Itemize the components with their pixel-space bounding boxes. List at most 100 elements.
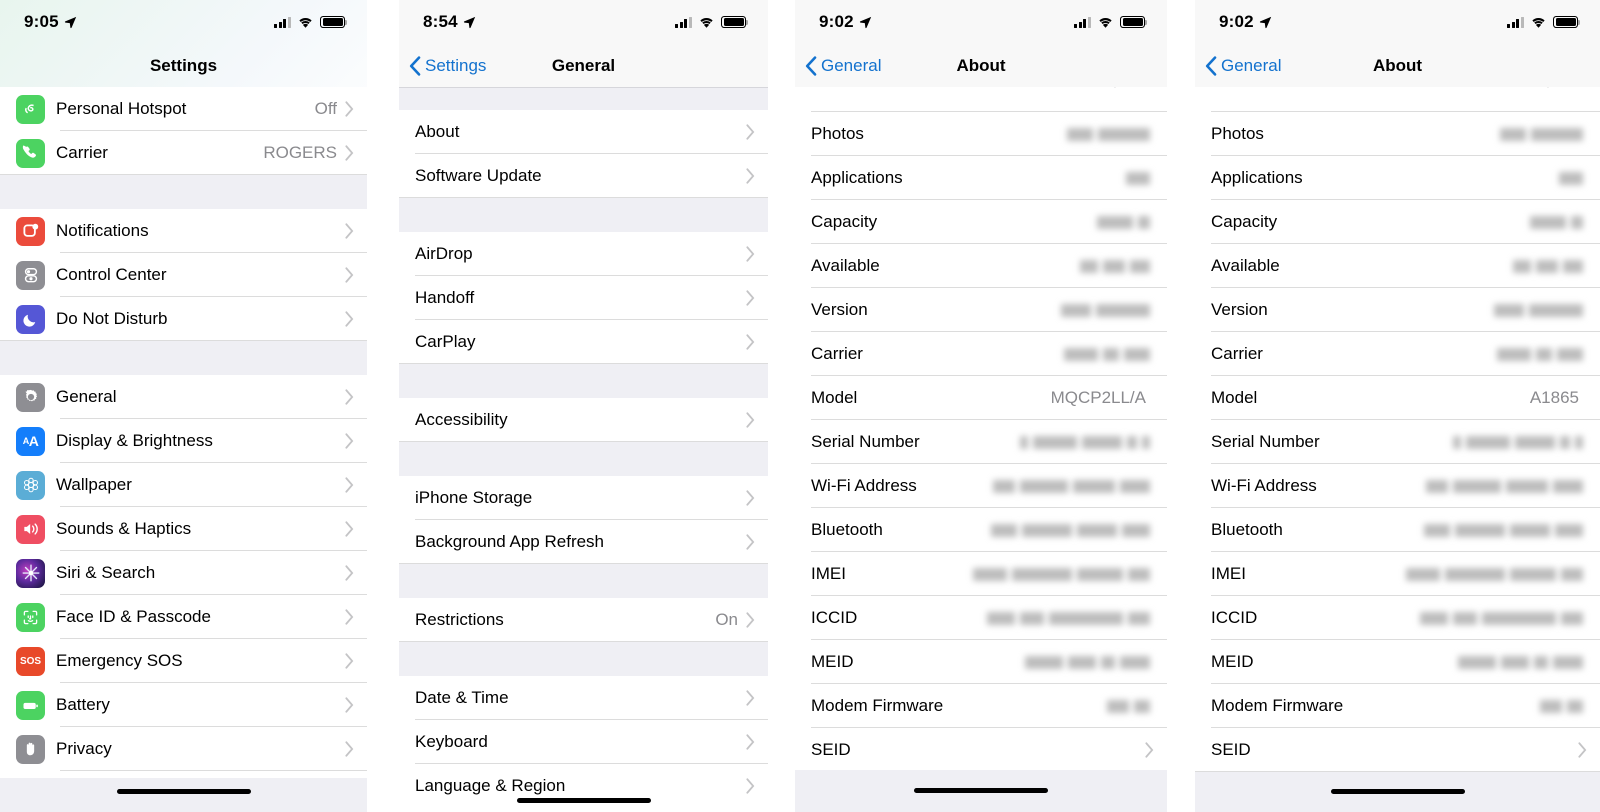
sidebar-item-general[interactable]: General xyxy=(0,375,367,419)
personal-hotspot-icon xyxy=(16,94,45,124)
table-row-version[interactable]: Version xyxy=(795,288,1167,332)
table-row-capacity[interactable]: Capacity xyxy=(795,200,1167,244)
sidebar-item-sounds-haptics[interactable]: Sounds & Haptics xyxy=(0,507,367,551)
table-row-iccid[interactable]: ICCID xyxy=(1195,596,1600,640)
sidebar-item-label: Carrier xyxy=(56,143,108,162)
redacted-value xyxy=(1559,171,1583,186)
list-item-airdrop[interactable]: AirDrop xyxy=(399,232,768,276)
location-arrow-icon xyxy=(1259,16,1272,28)
sidebar-item-wallpaper[interactable]: Wallpaper xyxy=(0,463,367,507)
table-row-applications[interactable]: Applications xyxy=(1195,156,1600,200)
table-row-available[interactable]: Available xyxy=(795,244,1167,288)
chevron-right-icon xyxy=(345,311,354,327)
table-row-modem-firmware[interactable]: Modem Firmware xyxy=(1195,684,1600,728)
sidebar-item-siri-search[interactable]: Siri & Search xyxy=(0,551,367,595)
list-item-restrictions[interactable]: Restrictions On xyxy=(399,598,768,642)
table-row-videos[interactable]: Videos 1,073 xyxy=(795,87,1167,112)
table-row-meid[interactable]: MEID xyxy=(795,640,1167,684)
row-label: SEID xyxy=(1211,740,1251,759)
table-row-imei[interactable]: IMEI xyxy=(1195,552,1600,596)
back-button[interactable]: General xyxy=(795,56,881,76)
table-row-photos[interactable]: Photos xyxy=(795,112,1167,156)
redacted-value xyxy=(1530,215,1583,230)
panel-gutter xyxy=(1167,0,1195,812)
list-item-iphone-storage[interactable]: iPhone Storage xyxy=(399,476,768,520)
table-row-modem-firmware[interactable]: Modem Firmware xyxy=(795,684,1167,728)
sidebar-item-personal-hotspot[interactable]: Personal Hotspot Off xyxy=(0,87,367,131)
group-divider xyxy=(399,87,768,110)
table-row-wifi-address[interactable]: Wi-Fi Address xyxy=(795,464,1167,508)
list-item-date-time[interactable]: Date & Time xyxy=(399,676,768,720)
sidebar-item-label: Emergency SOS xyxy=(56,651,183,670)
phone-screen-about-model-identifier: 9:02 General About Videos 1,073 xyxy=(1195,0,1600,812)
sidebar-item-battery[interactable]: Battery xyxy=(0,683,367,727)
list-item-carplay[interactable]: CarPlay xyxy=(399,320,768,364)
table-row-available[interactable]: Available xyxy=(1195,244,1600,288)
redacted-value xyxy=(1500,127,1583,142)
redacted-value xyxy=(1426,479,1583,494)
redacted-value xyxy=(1458,655,1583,670)
row-separator xyxy=(399,363,768,364)
sidebar-item-privacy[interactable]: Privacy xyxy=(0,727,367,771)
nav-bar: General About xyxy=(1195,44,1600,87)
table-row-iccid[interactable]: ICCID xyxy=(795,596,1167,640)
row-label: Applications xyxy=(1211,168,1303,187)
emergency-sos-icon: SOS xyxy=(16,646,45,676)
back-button[interactable]: General xyxy=(1195,56,1281,76)
sidebar-item-do-not-disturb[interactable]: Do Not Disturb xyxy=(0,297,367,341)
list-item-keyboard[interactable]: Keyboard xyxy=(399,720,768,764)
sidebar-item-control-center[interactable]: Control Center xyxy=(0,253,367,297)
table-row-model[interactable]: Model A1865 xyxy=(1195,376,1600,420)
status-bar-indicators xyxy=(675,15,749,29)
clock-label: 9:05 xyxy=(24,12,59,31)
table-row-serial-number[interactable]: Serial Number xyxy=(795,420,1167,464)
table-row-seid[interactable]: SEID xyxy=(1195,728,1600,772)
home-indicator[interactable] xyxy=(516,797,651,803)
sidebar-item-emergency-sos[interactable]: SOS Emergency SOS xyxy=(0,639,367,683)
table-row-photos[interactable]: Photos xyxy=(1195,112,1600,156)
sidebar-item-display-brightness[interactable]: AA Display & Brightness xyxy=(0,419,367,463)
list-item-value: On xyxy=(715,610,738,629)
table-row-applications[interactable]: Applications xyxy=(795,156,1167,200)
row-label: Wi-Fi Address xyxy=(1211,476,1317,495)
row-value: A1865 xyxy=(1529,388,1579,407)
home-indicator[interactable] xyxy=(914,787,1048,793)
row-label: Photos xyxy=(811,124,864,143)
table-row-serial-number[interactable]: Serial Number xyxy=(1195,420,1600,464)
table-row-bluetooth[interactable]: Bluetooth xyxy=(795,508,1167,552)
back-button[interactable]: Settings xyxy=(399,56,486,76)
row-label: MEID xyxy=(811,652,854,671)
home-indicator[interactable] xyxy=(1330,788,1465,794)
list-item-about[interactable]: About xyxy=(399,110,768,154)
list-item-label: CarPlay xyxy=(415,332,476,351)
redacted-value xyxy=(1097,215,1150,230)
sidebar-item-face-id-passcode[interactable]: Face ID & Passcode xyxy=(0,595,367,639)
table-row-bluetooth[interactable]: Bluetooth xyxy=(1195,508,1600,552)
sidebar-item-carrier[interactable]: Carrier ROGERS xyxy=(0,131,367,175)
list-item-accessibility[interactable]: Accessibility xyxy=(399,398,768,442)
table-row-carrier[interactable]: Carrier xyxy=(795,332,1167,376)
table-row-imei[interactable]: IMEI xyxy=(795,552,1167,596)
table-row-version[interactable]: Version xyxy=(1195,288,1600,332)
table-row-model[interactable]: Model MQCP2LL/A xyxy=(795,376,1167,420)
home-indicator[interactable] xyxy=(116,788,251,794)
table-row-seid[interactable]: SEID xyxy=(795,728,1167,772)
back-button-label: Settings xyxy=(425,55,487,75)
row-label: Model xyxy=(811,388,858,407)
location-arrow-icon xyxy=(859,16,872,28)
table-row-wifi-address[interactable]: Wi-Fi Address xyxy=(1195,464,1600,508)
table-row-carrier[interactable]: Carrier xyxy=(1195,332,1600,376)
cellular-signal-icon xyxy=(675,16,692,28)
home-indicator-area xyxy=(399,788,768,812)
table-row-capacity[interactable]: Capacity xyxy=(1195,200,1600,244)
list-item-handoff[interactable]: Handoff xyxy=(399,276,768,320)
sidebar-item-notifications[interactable]: Notifications xyxy=(0,209,367,253)
table-row-meid[interactable]: MEID xyxy=(1195,640,1600,684)
list-item-background-app-refresh[interactable]: Background App Refresh xyxy=(399,520,768,564)
list-item-software-update[interactable]: Software Update xyxy=(399,154,768,198)
clock-label: 9:02 xyxy=(819,12,854,31)
redacted-value xyxy=(973,567,1150,582)
table-row-videos[interactable]: Videos 1,073 xyxy=(1195,87,1600,112)
row-label: Videos xyxy=(795,87,1103,90)
status-bar: 9:02 xyxy=(795,0,1167,44)
